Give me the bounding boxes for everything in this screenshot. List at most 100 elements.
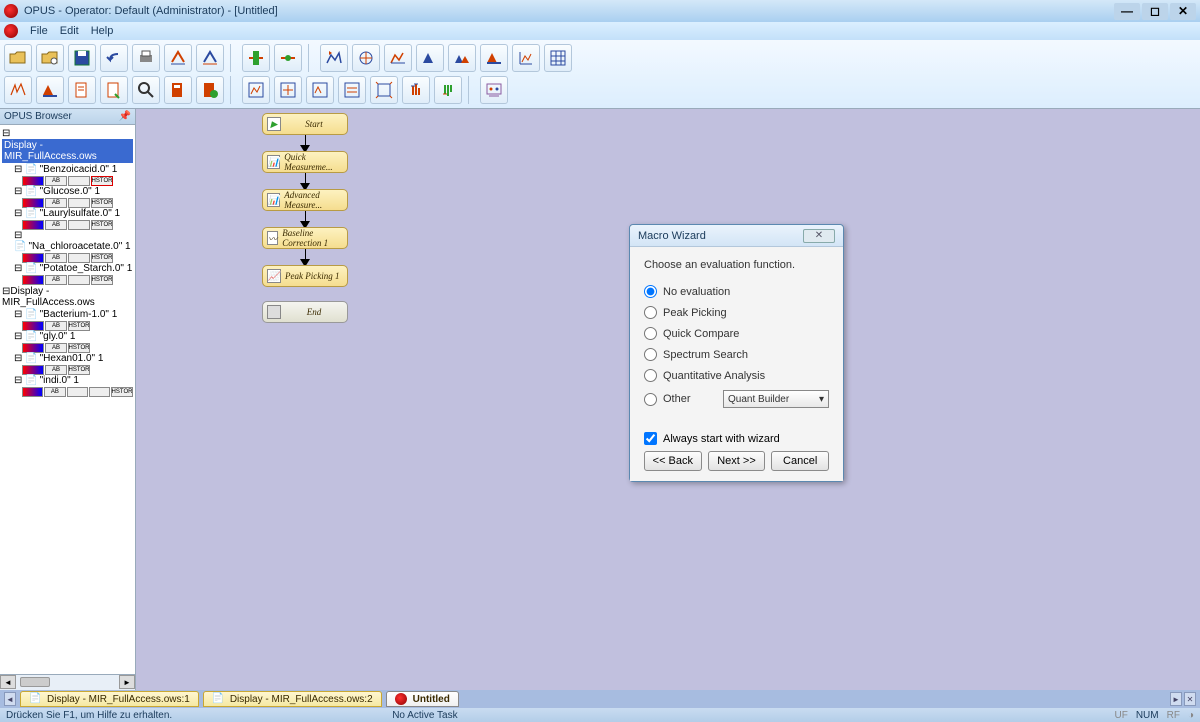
grid-button[interactable] (544, 44, 572, 72)
tree-root-2[interactable]: Display - MIR_FullAccess.ows (2, 286, 95, 308)
radio-no-evaluation[interactable]: No evaluation (644, 285, 829, 298)
next-button[interactable]: Next >> (708, 451, 766, 471)
spectrum-tag[interactable] (22, 253, 44, 263)
menu-file[interactable]: File (30, 25, 48, 37)
tree-file[interactable]: "Bacterium-1.0" 1 (2, 309, 133, 320)
tree-file[interactable]: "Potatoe_Starch.0" 1 (2, 263, 133, 274)
tag[interactable] (89, 387, 110, 397)
macro-button[interactable] (480, 76, 508, 104)
history-tag[interactable]: HSTOR (91, 275, 113, 285)
tool-d-button[interactable] (274, 44, 302, 72)
tree-file[interactable]: "Laurylsulfate.0" 1 (2, 208, 133, 219)
plot6-button[interactable] (402, 76, 430, 104)
chart-4-button[interactable] (416, 44, 444, 72)
report1-button[interactable] (164, 76, 192, 104)
tree-root-1[interactable]: Display - MIR_FullAccess.ows (2, 139, 133, 163)
ab-tag[interactable]: AB (45, 321, 67, 331)
doc-tab-1[interactable]: 📄Display - MIR_FullAccess.ows:1 (20, 691, 199, 707)
spectrum-tag[interactable] (22, 321, 44, 331)
radio-input[interactable] (644, 327, 657, 340)
tab-nav-right[interactable]: ► (1170, 692, 1182, 706)
dialog-titlebar[interactable]: Macro Wizard ✕ (630, 225, 843, 247)
tree-file[interactable]: "Benzoicacid.0" 1 (2, 164, 133, 175)
history-tag[interactable]: HSTOR (91, 220, 113, 230)
spectrum-tag[interactable] (22, 387, 43, 397)
spectrum-tag[interactable] (22, 275, 44, 285)
tree-file[interactable]: "Hexan01.0" 1 (2, 353, 133, 364)
save-button[interactable] (68, 44, 96, 72)
scroll-right-icon[interactable]: ► (119, 675, 135, 689)
spectrum-tag[interactable] (22, 198, 44, 208)
chart-6-button[interactable] (480, 44, 508, 72)
tree-file[interactable]: "indi.0" 1 (2, 375, 133, 386)
back-button[interactable]: << Back (644, 451, 702, 471)
spectrum-tag[interactable] (22, 220, 44, 230)
history-tag[interactable]: HSTOR (111, 387, 133, 397)
close-button[interactable]: ✕ (1170, 3, 1196, 20)
flow-node-start[interactable]: ▶Start (262, 113, 348, 135)
plot5-button[interactable] (370, 76, 398, 104)
radio-peak-picking[interactable]: Peak Picking (644, 306, 829, 319)
tab-nav-left[interactable]: ◄ (4, 692, 16, 706)
file-tree[interactable]: ⊟Display - MIR_FullAccess.ows "Benzoicac… (0, 125, 135, 674)
dialog-close-button[interactable]: ✕ (803, 229, 835, 243)
other-dropdown[interactable]: Quant Builder▾ (723, 390, 829, 408)
ab-tag[interactable]: AB (45, 220, 67, 230)
ab-tag[interactable]: AB (44, 387, 65, 397)
doc-tab-3[interactable]: Untitled (386, 691, 459, 707)
menu-edit[interactable]: Edit (60, 25, 79, 37)
chart-2-button[interactable] (352, 44, 380, 72)
chart-1-button[interactable] (320, 44, 348, 72)
history-tag[interactable]: HSTOR (68, 321, 90, 331)
print-button[interactable] (132, 44, 160, 72)
tag[interactable] (68, 275, 90, 285)
history-tag[interactable]: HSTOR (91, 176, 113, 186)
search-button[interactable] (132, 76, 160, 104)
radio-input[interactable] (644, 285, 657, 298)
undo-button[interactable] (100, 44, 128, 72)
flow-node-baseline[interactable]: 〰Baseline Correction 1 (262, 227, 348, 249)
tag[interactable] (68, 220, 90, 230)
tool-b-button[interactable] (196, 44, 224, 72)
open-button[interactable] (4, 44, 32, 72)
plot4-button[interactable] (338, 76, 366, 104)
tab-close[interactable]: ✕ (1184, 692, 1196, 706)
report2-button[interactable] (196, 76, 224, 104)
radio-quantitative[interactable]: Quantitative Analysis (644, 369, 829, 382)
macro-canvas[interactable]: ▶Start 📊Quick Measureme... 📊Advanced Mea… (136, 109, 1200, 690)
chart-7-button[interactable] (512, 44, 540, 72)
always-start-checkbox-row[interactable]: Always start with wizard (644, 432, 829, 445)
history-tag[interactable]: HSTOR (91, 253, 113, 263)
doc2-button[interactable] (100, 76, 128, 104)
doc1-button[interactable] (68, 76, 96, 104)
flow-node-quick-measure[interactable]: 📊Quick Measureme... (262, 151, 348, 173)
ab-tag[interactable]: AB (45, 343, 67, 353)
open2-button[interactable] (36, 44, 64, 72)
ab-tag[interactable]: AB (45, 253, 67, 263)
tree-file[interactable]: "Glucose.0" 1 (2, 186, 133, 197)
minimize-button[interactable]: — (1114, 3, 1140, 20)
scroll-left-icon[interactable]: ◄ (0, 675, 16, 689)
peak-button[interactable] (4, 76, 32, 104)
chart-5-button[interactable] (448, 44, 476, 72)
history-tag[interactable]: HSTOR (91, 198, 113, 208)
cancel-button[interactable]: Cancel (771, 451, 829, 471)
plot1-button[interactable] (242, 76, 270, 104)
scroll-thumb[interactable] (20, 677, 50, 687)
flow-node-adv-measure[interactable]: 📊Advanced Measure... (262, 189, 348, 211)
radio-input[interactable] (644, 369, 657, 382)
maximize-button[interactable]: ◻ (1142, 3, 1168, 20)
chart-3-button[interactable] (384, 44, 412, 72)
radio-input[interactable] (644, 348, 657, 361)
tree-file[interactable]: "Na_chloroacetate.0" 1 (2, 230, 133, 252)
tool-c-button[interactable] (242, 44, 270, 72)
tag[interactable] (67, 387, 88, 397)
sidebar-pin-icon[interactable]: 📌 (119, 111, 131, 122)
radio-input[interactable] (644, 306, 657, 319)
plot2-button[interactable] (274, 76, 302, 104)
history-tag[interactable]: HSTOR (68, 343, 90, 353)
tag[interactable] (68, 176, 90, 186)
tree-file[interactable]: "gly.0" 1 (2, 331, 133, 342)
radio-other[interactable] (644, 393, 657, 406)
tag[interactable] (68, 198, 90, 208)
